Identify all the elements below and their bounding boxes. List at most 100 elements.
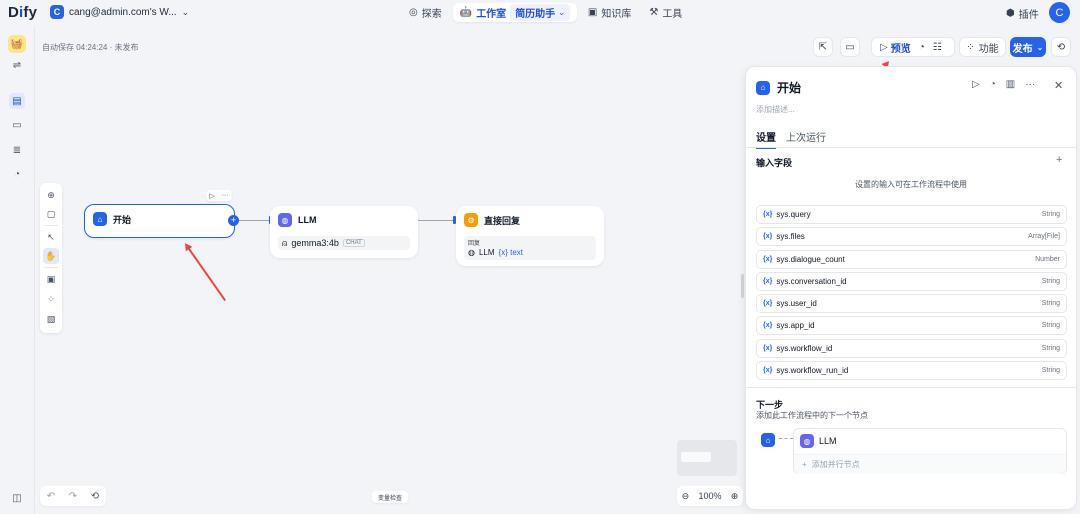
plugins-button[interactable]: ⬢ 插件 <box>1006 6 1039 21</box>
panel-title[interactable]: 开始 <box>777 79 801 96</box>
llm-icon: ◍ <box>278 213 292 227</box>
variable-name: sys.dialogue_count <box>776 254 845 264</box>
app-share-button[interactable]: ⇱ <box>813 37 833 57</box>
orchestrate-icon[interactable]: ▤ <box>9 93 25 109</box>
history-icon: ⟲ <box>1056 41 1066 53</box>
add-input-button[interactable]: + <box>1056 154 1062 166</box>
zoom-controls: ⊖ 100% ⊕ <box>677 486 743 506</box>
home-icon: ⌂ <box>756 80 770 95</box>
more-icon[interactable]: ··· <box>1025 79 1035 90</box>
add-parallel-node-button[interactable]: + 添加并行节点 <box>794 454 1066 474</box>
answer-node[interactable]: ⚙ 直接回复 回复 ◍ LLM {x} text <box>456 206 604 266</box>
redo-icon[interactable]: ↷ <box>69 491 77 502</box>
undo-icon[interactable]: ↶ <box>47 491 55 502</box>
play-icon[interactable]: ▷ <box>209 192 214 200</box>
model-selector[interactable]: ⍝ gemma3:4b CHAT <box>278 236 410 250</box>
variable-name: sys.files <box>776 232 805 242</box>
minimap[interactable] <box>677 440 737 476</box>
variable-icon: {x} <box>763 211 773 218</box>
variable-icon: {x} <box>763 344 773 352</box>
more-icon[interactable]: ··· <box>222 192 229 199</box>
variable-icon: {x} <box>763 322 773 330</box>
nav-studio[interactable]: 🤖 工作室 简历助手 ⌄ <box>452 3 577 22</box>
system-variables-list: {x} sys.query String {x} sys.files Array[File… <box>756 205 1067 383</box>
sidebar-toggle-icon[interactable]: ◫ <box>9 490 25 506</box>
input-hint: 设置的输入可在工作流程中使用 <box>855 180 967 189</box>
run-node-icon[interactable]: ▷ <box>972 79 980 90</box>
current-app-selector[interactable]: 简历助手 ⌄ <box>510 4 570 21</box>
publish-button[interactable]: 发布 ⌄ <box>1010 37 1046 57</box>
node-mini-toolbar[interactable]: ▷ ··· <box>206 190 232 201</box>
zoom-in-icon[interactable]: ⊕ <box>731 491 739 502</box>
divider <box>746 147 1076 148</box>
variable-row[interactable]: {x} sys.app_id String <box>756 316 1067 336</box>
llm-node[interactable]: ◍ LLM ⍝ gemma3:4b CHAT <box>270 206 418 258</box>
panel-resize-handle[interactable] <box>741 274 744 298</box>
add-node-icon[interactable]: ⊕ <box>43 187 59 203</box>
variable-type: String <box>1041 211 1060 218</box>
variable-name: sys.query <box>776 210 811 219</box>
connector-line <box>779 438 793 439</box>
start-node[interactable]: ⌂ 开始 <box>84 204 235 238</box>
features-button[interactable]: ⁘ 功能 <box>959 37 1006 57</box>
app-icon[interactable]: 🧺 <box>8 35 26 53</box>
env-variables-button[interactable]: ▭ <box>840 37 860 57</box>
help-icon[interactable]: ◔ <box>990 79 996 90</box>
monitor-icon[interactable]: ◔ <box>9 166 25 182</box>
logs-icon[interactable]: ≣ <box>9 142 25 158</box>
variable-row[interactable]: {x} sys.workflow_run_id String <box>756 361 1067 381</box>
zoom-level[interactable]: 100% <box>698 491 721 501</box>
workflow-canvas[interactable]: 自动保存 04:24:24 · 未发布 ⊕ ▢ ↖ ✋ ▣ ⁘ ▧ ▷ ··· ⌂… <box>35 26 745 514</box>
variables-icon: ▭ <box>845 41 855 53</box>
description-input[interactable]: 添加描述... <box>756 104 795 115</box>
workspace-switcher[interactable]: C cang@admin.com's W... ⌄ <box>50 5 189 19</box>
top-bar: Dify C cang@admin.com's W... ⌄ ◎ 探索 🤖 工作室 … <box>0 0 1080 26</box>
compass-icon: ◎ <box>409 7 418 18</box>
edge-start-llm <box>235 220 270 221</box>
nav-tools[interactable]: ⚒ 工具 <box>642 3 689 22</box>
variable-row[interactable]: {x} sys.files Array[File] <box>756 227 1067 247</box>
organize-icon[interactable]: ⁘ <box>43 291 59 307</box>
share-icon: ⇱ <box>818 41 828 53</box>
nav-explore[interactable]: ◎ 探索 <box>402 3 449 22</box>
tab-settings[interactable]: 设置 <box>756 129 776 149</box>
home-icon: ⌂ <box>93 212 107 226</box>
zoom-out-icon[interactable]: ⊖ <box>682 491 690 502</box>
version-history-button[interactable]: ⟲ <box>1051 37 1071 57</box>
sliders-icon[interactable]: ⇌ <box>9 57 25 73</box>
user-avatar[interactable]: C <box>1049 2 1070 23</box>
export-image-icon[interactable]: ▣ <box>43 271 59 287</box>
book-icon[interactable]: ▥ <box>1006 79 1015 90</box>
add-next-node-handle[interactable]: + <box>228 215 239 226</box>
variable-row[interactable]: {x} sys.dialogue_count Number <box>756 249 1067 269</box>
variable-type: Array[File] <box>1028 233 1060 241</box>
variable-row[interactable]: {x} sys.workflow_id String <box>756 338 1067 358</box>
nav-knowledge[interactable]: ▣ 知识库 <box>581 3 638 22</box>
pointer-icon[interactable]: ↖ <box>43 229 59 245</box>
variable-type: Number <box>1035 255 1060 263</box>
plus-icon: + <box>802 460 807 469</box>
close-icon[interactable]: ✕ <box>1054 79 1063 92</box>
terminal-icon[interactable]: ▭ <box>9 117 25 133</box>
reply-content: 回复 ◍ LLM {x} text <box>464 236 596 260</box>
annotation-arrow <box>185 244 226 302</box>
workspace-name: cang@admin.com's W... <box>69 6 177 18</box>
variable-row[interactable]: {x} sys.user_id String <box>756 294 1067 314</box>
list-icon[interactable]: ☷ <box>933 42 942 53</box>
preview-button[interactable]: ▷ 预览 <box>880 40 911 55</box>
next-node-llm[interactable]: ◍ LLM <box>800 434 837 448</box>
model-provider-icon: ⍝ <box>282 237 288 248</box>
hand-icon[interactable]: ✋ <box>43 248 59 264</box>
variable-inspector-button[interactable]: 变量检查 <box>372 491 408 503</box>
minimap-icon[interactable]: ▧ <box>43 311 59 327</box>
next-node-box: ◍ LLM + 添加并行节点 <box>793 428 1067 474</box>
tab-last-run[interactable]: 上次运行 <box>786 129 826 149</box>
dify-logo[interactable]: Dify <box>8 4 37 21</box>
variable-type: String <box>1041 322 1060 330</box>
history-icon[interactable]: ⟲ <box>91 491 99 502</box>
variable-row[interactable]: {x} sys.conversation_id String <box>756 271 1067 291</box>
variable-row[interactable]: {x} sys.query String <box>756 205 1067 224</box>
checklist-icon[interactable]: ◔ <box>919 42 925 53</box>
variable-icon: {x} <box>763 277 773 285</box>
add-note-icon[interactable]: ▢ <box>43 206 59 222</box>
